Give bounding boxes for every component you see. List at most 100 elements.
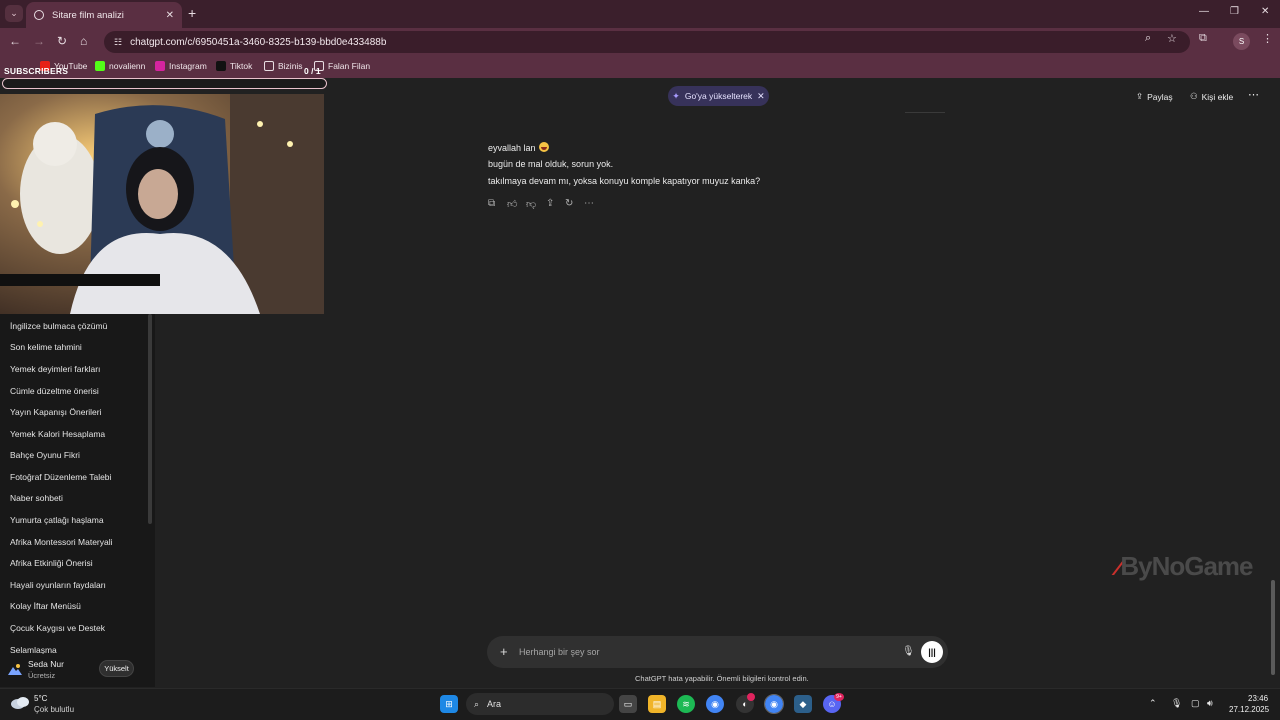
back-button[interactable]: ← <box>9 34 21 48</box>
notification-badge <box>747 693 755 701</box>
sidebar-scrollbar[interactable] <box>148 314 152 524</box>
conversation-item[interactable]: Son kelime tahmini <box>10 342 82 352</box>
restore-button[interactable]: ❐ <box>1230 6 1239 17</box>
clock-time[interactable]: 23:46 <box>1248 694 1268 703</box>
bookmark-tiktok[interactable]: Tiktok <box>216 61 252 71</box>
conversation-item[interactable]: Kolay İftar Menüsü <box>10 601 81 611</box>
tab-close-icon[interactable]: ✕ <box>166 10 174 21</box>
folder-icon <box>264 61 274 71</box>
forward-button[interactable]: → <box>33 34 45 48</box>
main-scrollbar[interactable] <box>1271 580 1275 675</box>
regenerate-icon[interactable]: ↻ <box>565 198 573 209</box>
chatgpt-favicon-icon <box>34 10 44 20</box>
start-windows-icon[interactable]: ⊞ <box>440 695 458 713</box>
zoom-search-icon[interactable]: ⌕ <box>1145 32 1151 45</box>
bookmark-star-icon[interactable]: ☆ <box>1167 32 1177 45</box>
reload-button[interactable]: ↻ <box>57 34 67 48</box>
browser-tab[interactable]: Sitare film analizi ✕ <box>26 2 182 28</box>
conversation-item[interactable]: Fotoğraf Düzenleme Talebi <box>10 472 111 482</box>
task-view-icon[interactable]: ▭ <box>619 695 637 713</box>
app-icon[interactable]: ◆ <box>794 695 812 713</box>
subscribers-count: 0 / 1 <box>304 66 321 76</box>
copy-icon[interactable]: ⧉ <box>488 198 495 209</box>
tray-chevron-icon[interactable]: ⌃ <box>1149 698 1157 709</box>
conversation-item[interactable]: Naber sohbeti <box>10 493 63 503</box>
share-message-icon[interactable]: ⇪ <box>546 198 554 209</box>
bookmark-folder-bizinis[interactable]: Bizinis <box>264 61 303 71</box>
extensions-icon[interactable]: ⧉ <box>1199 32 1207 45</box>
add-person-icon: ⚇ <box>1190 91 1198 101</box>
laughing-emoji-icon <box>538 142 549 152</box>
browser-tab-bar: ⌄ Sitare film analizi ✕ + — ❐ ✕ <box>0 0 1280 28</box>
url-text: chatgpt.com/c/6950451a-3460-8325-b139-bb… <box>130 36 387 48</box>
clock-date[interactable]: 27.12.2025 <box>1229 705 1269 714</box>
subscribers-label: SUBSCRIBERS <box>4 66 69 76</box>
prompt-input[interactable]: Herhangi bir şey sor <box>519 647 600 657</box>
profile-avatar[interactable]: S <box>1233 33 1250 50</box>
conversation-item[interactable]: İngilizce bulmaca çözümü <box>10 321 107 331</box>
divider <box>905 112 945 113</box>
share-icon: ⇪ <box>1136 91 1144 101</box>
user-plan: Ücretsiz <box>28 671 56 680</box>
assistant-message-line: eyvallah lan <box>488 142 549 153</box>
subscribers-progress-bar <box>2 78 327 89</box>
tray-mic-icon[interactable]: 🎙︎ <box>1171 698 1182 709</box>
upgrade-pill-label: Go'ya yükselterek <box>684 91 753 101</box>
spotify-icon[interactable]: ≋ <box>677 695 695 713</box>
kick-icon <box>95 61 105 71</box>
bookmark-folder-falan-filan[interactable]: Falan Filan <box>314 61 370 71</box>
conversation-item[interactable]: Hayali oyunların faydaları <box>10 580 106 590</box>
address-bar[interactable]: ☷ chatgpt.com/c/6950451a-3460-8325-b139-… <box>104 31 1190 53</box>
conversation-item[interactable]: Afrika Montessori Materyali <box>10 537 113 547</box>
weather-description: Çok bulutlu <box>34 705 75 714</box>
bynogame-watermark: ⁄ByNoGame <box>1117 551 1254 581</box>
file-explorer-icon[interactable]: ▤ <box>648 695 666 713</box>
assistant-message-line: bugün de mal olduk, sorun yok. <box>488 159 614 169</box>
conversation-item[interactable]: Yumurta çatlağı haşlama <box>10 515 104 525</box>
conversation-item[interactable]: Afrika Etkinliği Önerisi <box>10 558 93 568</box>
add-person-button[interactable]: ⚇ Kişi ekle <box>1190 91 1233 102</box>
volume-icon[interactable]: 🔊︎ <box>1207 698 1213 709</box>
more-options-icon[interactable]: ⋯ <box>1248 88 1259 101</box>
cloudy-weather-icon[interactable] <box>10 694 30 710</box>
weather-temperature: 5°C <box>34 694 48 703</box>
conversation-item[interactable]: Yemek deyimleri farkları <box>10 364 100 374</box>
conversation-item[interactable]: Yayın Kapanışı Önerileri <box>10 407 102 417</box>
thumbs-up-icon[interactable]: 👍︎ <box>507 198 517 210</box>
browser-menu-icon[interactable]: ⋮ <box>1262 32 1273 45</box>
bookmark-instagram[interactable]: Instagram <box>155 61 207 71</box>
home-button[interactable]: ⌂ <box>80 34 87 48</box>
dismiss-icon[interactable]: ✕ <box>757 91 765 102</box>
window-close-button[interactable]: ✕ <box>1261 6 1269 17</box>
bookmark-novalienn[interactable]: novalienn <box>95 61 145 71</box>
attach-plus-icon[interactable]: + <box>500 644 508 659</box>
webcam-image <box>0 94 324 314</box>
assistant-message-line: takılmaya devam mı, yoksa konuyu komple … <box>488 176 761 186</box>
microphone-icon[interactable]: 🎙︎ <box>902 646 915 657</box>
new-tab-button[interactable]: + <box>188 5 196 21</box>
conversation-item[interactable]: Yemek Kalori Hesaplama <box>10 429 105 439</box>
taskbar-search[interactable]: ⌕ Ara <box>466 693 614 715</box>
webcam-overlay <box>0 94 324 314</box>
upgrade-button[interactable]: Yükselt <box>99 660 134 677</box>
tiktok-icon <box>216 61 226 71</box>
windows-taskbar <box>0 688 1280 720</box>
more-actions-icon[interactable]: ⋯ <box>584 198 594 209</box>
conversation-item[interactable]: Çocuk Kaygısı ve Destek <box>10 623 105 633</box>
site-info-icon[interactable]: ☷ <box>114 37 122 48</box>
discord-badge: 9+ <box>834 693 844 701</box>
disclaimer-text: ChatGPT hata yapabilir. Önemli bilgileri… <box>635 674 809 683</box>
minimize-button[interactable]: — <box>1199 6 1209 17</box>
voice-mode-button[interactable]: ||| <box>921 641 943 663</box>
chrome-icon[interactable]: ◉ <box>706 695 724 713</box>
conversation-item[interactable]: Bahçe Oyunu Fikri <box>10 450 80 460</box>
conversation-item[interactable]: Cümle düzeltme önerisi <box>10 386 99 396</box>
share-button[interactable]: ⇪ Paylaş <box>1136 91 1173 102</box>
tab-search-button[interactable]: ⌄ <box>5 5 23 22</box>
instagram-icon <box>155 61 165 71</box>
thumbs-down-icon[interactable]: 👎︎ <box>526 198 536 210</box>
search-icon: ⌕ <box>474 698 480 709</box>
upgrade-go-pill[interactable]: ✦ Go'ya yükselterek ✕ <box>668 86 769 106</box>
chrome-active-icon[interactable]: ◉ <box>764 694 784 714</box>
network-icon[interactable]: ▢ <box>1191 698 1200 709</box>
